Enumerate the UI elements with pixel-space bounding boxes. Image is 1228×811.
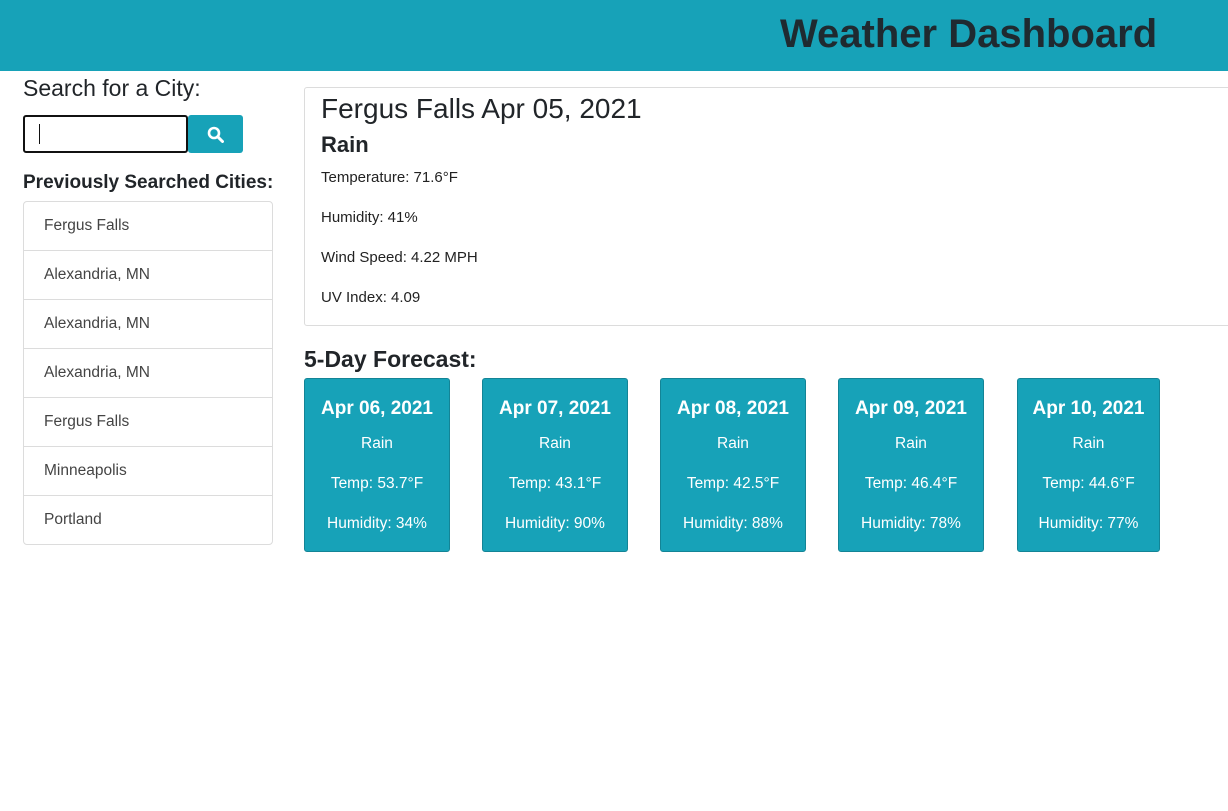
forecast-humidity: Humidity: 78% xyxy=(861,515,961,532)
forecast-temp: Temp: 42.5°F xyxy=(686,475,780,492)
forecast-temp: Temp: 44.6°F xyxy=(1042,475,1135,492)
forecast-date: Apr 07, 2021 xyxy=(499,398,611,419)
history-item[interactable]: Alexandria, MN xyxy=(24,349,272,398)
current-city-date: Fergus Falls Apr 05, 2021 xyxy=(321,93,642,124)
forecast-date: Apr 06, 2021 xyxy=(321,398,433,419)
current-weather-panel: Fergus Falls Apr 05, 2021 Rain Temperatu… xyxy=(304,87,1228,326)
forecast-humidity: Humidity: 88% xyxy=(683,515,783,532)
history-item[interactable]: Alexandria, MN xyxy=(24,300,272,349)
forecast-condition: Rain xyxy=(539,435,571,452)
history-item[interactable]: Fergus Falls xyxy=(24,398,272,447)
forecast-date: Apr 10, 2021 xyxy=(1032,398,1145,419)
forecast-humidity: Humidity: 34% xyxy=(327,515,427,532)
forecast-date: Apr 08, 2021 xyxy=(677,398,789,419)
forecast-temp: Temp: 43.1°F xyxy=(508,475,602,492)
forecast-condition: Rain xyxy=(895,435,927,452)
history-list: Fergus Falls Alexandria, MN Alexandria, … xyxy=(23,201,273,545)
search-button[interactable] xyxy=(188,115,243,153)
header-bar: Weather Dashboard xyxy=(0,0,1228,71)
forecast-card: Apr 06, 2021 Rain Temp: 53.7°F Humidity:… xyxy=(304,378,450,552)
forecast-humidity: Humidity: 77% xyxy=(1038,515,1139,532)
current-wind-speed: Wind Speed: 4.22 MPH xyxy=(321,249,478,266)
forecast-condition: Rain xyxy=(361,435,393,452)
search-label: Search for a City: xyxy=(23,75,201,101)
forecast-card: Apr 10, 2021 Rain Temp: 44.6°F Humidity:… xyxy=(1017,378,1160,552)
text-caret xyxy=(39,124,40,144)
forecast-date: Apr 09, 2021 xyxy=(855,398,967,419)
current-condition: Rain xyxy=(321,132,369,157)
history-item[interactable]: Minneapolis xyxy=(24,447,272,496)
forecast-card: Apr 09, 2021 Rain Temp: 46.4°F Humidity:… xyxy=(838,378,984,552)
forecast-temp: Temp: 53.7°F xyxy=(330,475,424,492)
history-item[interactable]: Fergus Falls xyxy=(24,202,272,251)
current-humidity: Humidity: 41% xyxy=(321,209,418,226)
page-title: Weather Dashboard xyxy=(780,12,1158,56)
current-uv-index: UV Index: 4.09 xyxy=(321,289,421,306)
forecast-title: 5-Day Forecast: xyxy=(304,346,477,372)
history-item[interactable]: Portland xyxy=(24,496,272,544)
history-item[interactable]: Alexandria, MN xyxy=(24,251,272,300)
forecast-condition: Rain xyxy=(1072,435,1105,452)
history-label: Previously Searched Cities: xyxy=(23,172,274,193)
city-search-input[interactable] xyxy=(23,115,188,153)
search-icon xyxy=(207,126,224,143)
forecast-temp: Temp: 46.4°F xyxy=(864,475,958,492)
current-temperature: Temperature: 71.6°F xyxy=(321,169,458,186)
forecast-card: Apr 08, 2021 Rain Temp: 42.5°F Humidity:… xyxy=(660,378,806,552)
forecast-card: Apr 07, 2021 Rain Temp: 43.1°F Humidity:… xyxy=(482,378,628,552)
forecast-humidity: Humidity: 90% xyxy=(505,515,605,532)
forecast-condition: Rain xyxy=(717,435,749,452)
